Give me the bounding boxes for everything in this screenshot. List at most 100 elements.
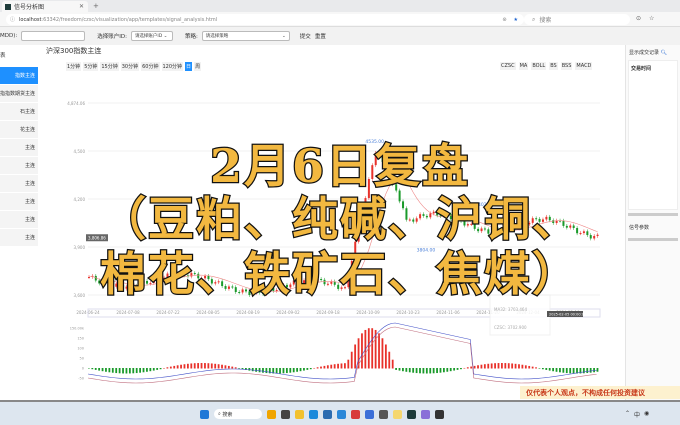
macd-bar: [514, 363, 517, 369]
macd-bar: [347, 359, 350, 369]
extension-icon[interactable]: ⊛: [502, 17, 506, 23]
macd-bar: [490, 363, 493, 369]
favorites-icon[interactable]: ☆: [649, 15, 654, 22]
strategy-label: 策略:: [184, 34, 198, 40]
macd-bar: [132, 368, 135, 374]
macd-bar: [323, 365, 326, 369]
submit-button[interactable]: 提交: [300, 32, 311, 40]
macd-bar: [98, 368, 101, 371]
macd-bar: [408, 368, 411, 373]
macd-bar: [180, 364, 182, 369]
system-tray: ⌃ 中 ◉: [625, 410, 649, 419]
macd-bar: [146, 368, 148, 372]
macd-bar: [466, 367, 469, 369]
macd-bar: [101, 368, 104, 372]
new-tab-icon[interactable]: +: [93, 2, 99, 10]
taskbar-app-icon[interactable]: [365, 409, 374, 419]
macd-bar: [340, 363, 343, 369]
taskbar-search-label: 搜索: [222, 411, 233, 418]
disclaimer-watermark: 仅代表个人观点，不构成任何投资建议: [520, 386, 680, 399]
macd-bar: [285, 368, 288, 374]
macd-bar: [480, 364, 483, 369]
taskbar-app-icon[interactable]: [393, 409, 402, 419]
taskbar-app-icon[interactable]: [407, 409, 416, 419]
account-label: 选择账户ID:: [97, 34, 127, 40]
macd-bar: [214, 363, 217, 369]
macd-bar: [511, 363, 514, 369]
macd-bar: [487, 363, 490, 369]
macd-bar: [518, 364, 520, 369]
taskbar-app-icon[interactable]: [421, 409, 430, 419]
account-select[interactable]: 请选择账户ID ⌄: [130, 31, 173, 41]
macd-bar: [248, 368, 251, 371]
macd-tick-label: -50: [78, 377, 84, 381]
ime-indicator[interactable]: 中: [634, 410, 640, 419]
macd-bar: [559, 368, 561, 373]
macd-bar: [149, 368, 152, 372]
macd-bar: [159, 368, 162, 370]
browser-tab[interactable]: 信号分析图 ✕: [2, 1, 88, 12]
taskbar-search[interactable]: ⌕ 搜索: [214, 409, 262, 419]
macd-bar: [204, 363, 206, 369]
taskbar-app-icon[interactable]: [295, 409, 304, 419]
settings-icon[interactable]: ⊙: [636, 15, 641, 22]
macd-tick-label: 50: [80, 357, 84, 361]
x-tick-label: 2024-10-23: [396, 310, 420, 315]
strategy-select[interactable]: 请选择策略 ⌄: [201, 31, 290, 41]
macd-bar: [501, 363, 503, 369]
macd-bar: [381, 338, 384, 369]
wifi-icon[interactable]: ◉: [644, 410, 649, 419]
macd-bar: [262, 368, 264, 373]
favorite-star-icon[interactable]: ★: [514, 17, 518, 23]
macd-bar: [190, 363, 193, 369]
macd-bar: [94, 368, 97, 370]
taskbar-app-icon[interactable]: [309, 409, 318, 419]
date-input[interactable]: [21, 31, 86, 41]
url-host: localhost: [19, 16, 42, 23]
taskbar-app-icon[interactable]: [267, 409, 276, 419]
trades-title: 显示成交记录: [629, 50, 660, 56]
macd-tick-label: 150.00k: [70, 327, 85, 331]
url-field[interactable]: ⓘ localhost:63342/freedom/czsc/visualizat…: [6, 14, 524, 25]
taskbar-app-icon[interactable]: [379, 409, 388, 419]
taskbar-app-icon[interactable]: [337, 409, 346, 419]
taskbar-app-icon[interactable]: [435, 409, 444, 419]
taskbar-app-icon[interactable]: [351, 409, 360, 419]
macd-bar: [186, 363, 189, 369]
macd-tick-label: 100: [77, 347, 84, 351]
macd-bar: [442, 368, 445, 373]
x-tick-label: 2024-07-08: [116, 310, 140, 315]
macd-bar: [227, 365, 230, 369]
sidebar-item[interactable]: 指数主连: [0, 67, 38, 84]
macd-bar: [234, 367, 237, 369]
show-trades-toggle[interactable]: 显示成交记录 🔍︎: [626, 45, 680, 60]
macd-bar: [361, 333, 363, 369]
macd-bar: [565, 368, 568, 374]
macd-bar: [388, 351, 391, 369]
x-tick-label: 2024-09-18: [316, 310, 340, 315]
macd-bar: [497, 363, 500, 369]
macd-bar: [193, 363, 196, 369]
macd-bar: [128, 368, 131, 374]
sidebar-item[interactable]: 石主连: [0, 103, 38, 120]
macd-bar: [419, 368, 421, 374]
sidebar-item[interactable]: 指指数期货主连: [0, 85, 38, 102]
macd-bar: [152, 368, 155, 371]
browser-search[interactable]: ⌕ 搜索: [524, 14, 630, 25]
macd-bar: [395, 368, 397, 370]
macd-bar: [156, 368, 159, 370]
macd-bar: [333, 364, 336, 369]
macd-bar: [538, 368, 541, 369]
reset-button[interactable]: 重置: [315, 32, 326, 40]
macd-bar: [330, 364, 333, 369]
macd-bar: [122, 368, 124, 374]
tooltip-ma: MA32: 3703.464: [494, 307, 527, 312]
macd-bar: [460, 368, 462, 370]
chevron-up-icon[interactable]: ⌃: [625, 410, 630, 419]
taskbar-app-icon[interactable]: [281, 409, 290, 419]
close-tab-icon[interactable]: ✕: [79, 3, 84, 10]
macd-bar: [483, 364, 486, 369]
start-icon[interactable]: [200, 409, 209, 419]
x-tick-label: 2024-09-02: [276, 310, 300, 315]
taskbar-app-icon[interactable]: [323, 409, 332, 419]
